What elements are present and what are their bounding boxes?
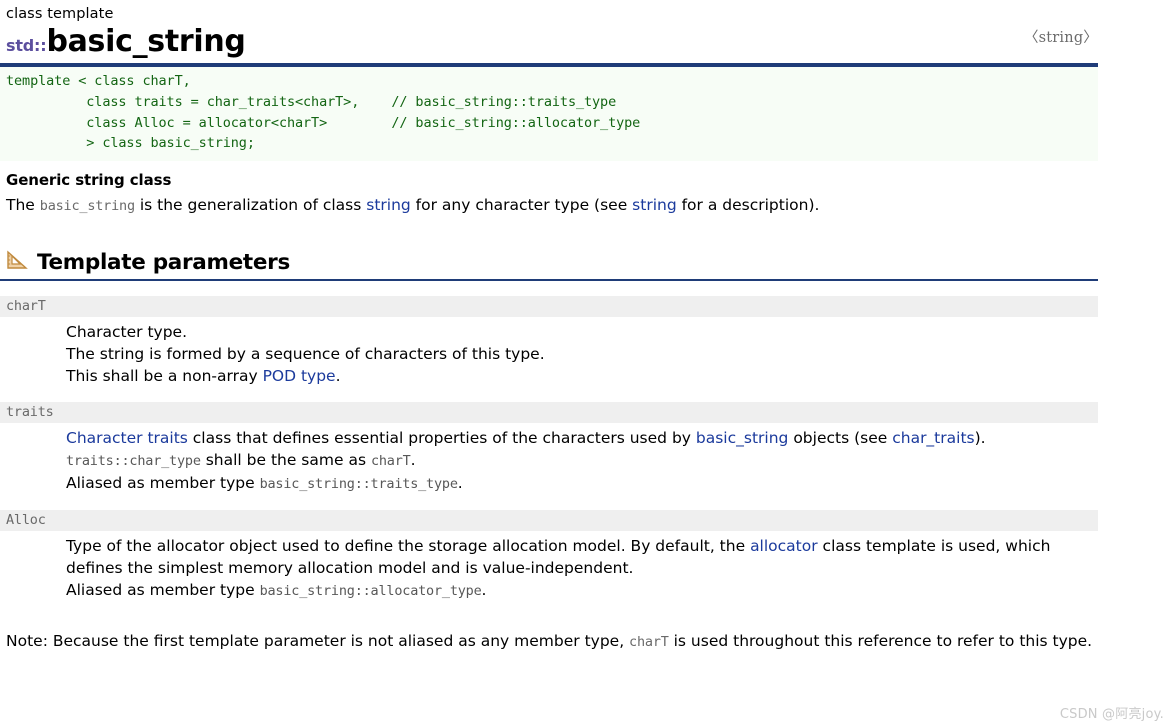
header-file-label: 〈string〉 [1023, 30, 1098, 46]
page-title: std::basic_string [6, 23, 1174, 59]
link-basic-string[interactable]: basic_string [696, 429, 789, 447]
page-header: class template std::basic_string 〈string… [0, 0, 1174, 58]
link-character-traits[interactable]: Character traits [66, 429, 188, 447]
code-chart: charT [370, 452, 411, 469]
param-name-traits: traits [0, 401, 1098, 423]
summary-text-2: is the generalization of class [134, 196, 367, 215]
text: shall be the same as [200, 450, 371, 469]
code-traits-char-type: traits::char_type [66, 452, 201, 469]
text: . [410, 450, 416, 469]
param-line: traits::char_type shall be the same as c… [66, 449, 1086, 472]
link-pod-type[interactable]: POD type [263, 367, 336, 385]
link-string-2[interactable]: string [632, 196, 677, 214]
param-line: Character type. [66, 321, 1086, 343]
template-parameters-header: Template parameters [0, 250, 1174, 273]
text: . [481, 580, 487, 599]
reference-page: class template std::basic_string 〈string… [0, 0, 1174, 728]
link-string-1[interactable]: string [366, 196, 411, 214]
param-body-traits: Character traits class that defines esse… [66, 427, 1086, 495]
class-name: basic_string [46, 23, 246, 59]
link-char-traits[interactable]: char_traits [892, 429, 974, 447]
page-kicker: class template [6, 6, 114, 22]
text: Type of the allocator object used to def… [66, 536, 751, 555]
param-body-alloc: Type of the allocator object used to def… [66, 535, 1086, 602]
param-line: Aliased as member type basic_string::tra… [66, 472, 1086, 495]
param-name-chart: charT [0, 295, 1098, 317]
summary-text-3: for any character type (see [410, 196, 633, 215]
note-text-1: Note: Because the first template paramet… [6, 631, 630, 650]
text: This shall be a non-array [66, 366, 263, 385]
link-allocator[interactable]: allocator [750, 537, 818, 555]
namespace-prefix: std:: [6, 35, 47, 55]
code-allocator-type: basic_string::allocator_type [259, 582, 482, 599]
text: Aliased as member type [66, 580, 260, 599]
section-title: Template parameters [37, 249, 290, 275]
declaration-code-block: template < class charT, class traits = c… [0, 66, 1098, 162]
text: . [457, 473, 463, 492]
text: Aliased as member type [66, 473, 260, 492]
summary-code-1: basic_string [39, 198, 135, 215]
note-text-2: is used throughout this reference to ref… [668, 631, 1093, 650]
csdn-watermark: CSDN @阿亮joy. [1059, 707, 1164, 722]
param-body-chart: Character type. The string is formed by … [66, 321, 1086, 387]
text: objects (see [788, 428, 893, 447]
text: . [335, 366, 341, 385]
summary-heading: Generic string class [6, 171, 172, 190]
set-square-icon [6, 250, 28, 270]
param-line: This shall be a non-array POD type. [66, 365, 1086, 387]
text: Character type. [66, 322, 188, 341]
text: The string is formed by a sequence of ch… [66, 344, 545, 363]
param-line: Aliased as member type basic_string::all… [66, 579, 1086, 602]
param-line: Type of the allocator object used to def… [66, 535, 1086, 579]
param-name-alloc: Alloc [0, 509, 1098, 531]
param-line: The string is formed by a sequence of ch… [66, 343, 1086, 365]
code-traits-type: basic_string::traits_type [259, 475, 458, 492]
summary-paragraph: The basic_string is the generalization o… [6, 194, 1098, 217]
footer-note: Note: Because the first template paramet… [6, 630, 1098, 653]
text: ). [974, 428, 986, 447]
param-line: Character traits class that defines esse… [66, 427, 1086, 449]
summary-text-4: for a description). [676, 196, 820, 215]
note-code-chart: charT [629, 633, 669, 650]
summary-text-1: The [6, 196, 40, 215]
text: class that defines essential properties … [187, 428, 696, 447]
